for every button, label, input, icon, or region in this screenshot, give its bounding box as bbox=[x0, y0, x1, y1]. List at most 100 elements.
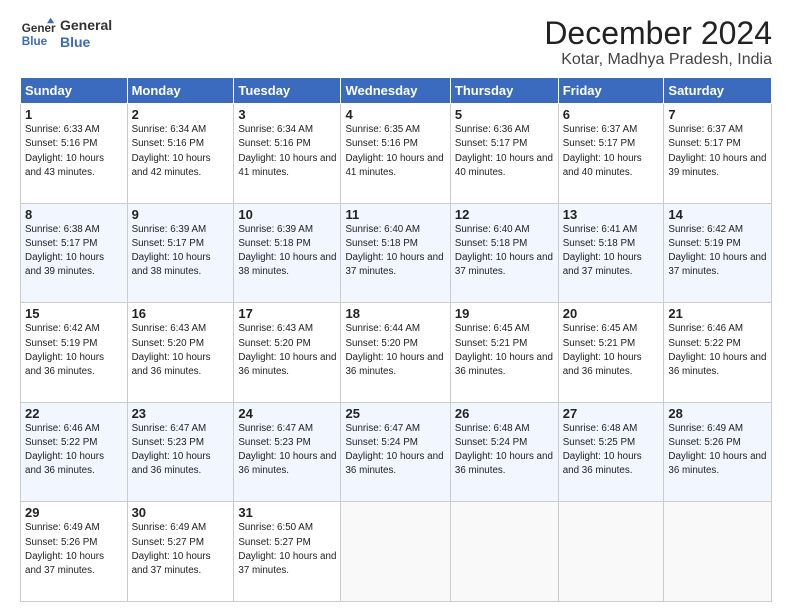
calendar-cell: 21 Sunrise: 6:46 AM Sunset: 5:22 PM Dayl… bbox=[664, 303, 772, 403]
calendar-cell: 27 Sunrise: 6:48 AM Sunset: 5:25 PM Dayl… bbox=[558, 402, 664, 502]
calendar-cell: 9 Sunrise: 6:39 AM Sunset: 5:17 PM Dayli… bbox=[127, 203, 234, 303]
subtitle: Kotar, Madhya Pradesh, India bbox=[544, 51, 772, 69]
svg-text:General: General bbox=[22, 22, 56, 35]
calendar-cell: 29 Sunrise: 6:49 AM Sunset: 5:26 PM Dayl… bbox=[21, 502, 128, 602]
main-title: December 2024 bbox=[544, 16, 772, 51]
col-wednesday: Wednesday bbox=[341, 78, 450, 104]
logo-icon: General Blue bbox=[20, 16, 56, 52]
day-info: Sunrise: 6:40 AM Sunset: 5:18 PM Dayligh… bbox=[455, 223, 554, 280]
col-sunday: Sunday bbox=[21, 78, 128, 104]
day-number: 25 bbox=[345, 406, 445, 421]
calendar-cell: 1 Sunrise: 6:33 AM Sunset: 5:16 PM Dayli… bbox=[21, 104, 128, 204]
day-number: 11 bbox=[345, 207, 445, 222]
day-number: 2 bbox=[132, 107, 230, 122]
calendar-cell: 20 Sunrise: 6:45 AM Sunset: 5:21 PM Dayl… bbox=[558, 303, 664, 403]
day-info: Sunrise: 6:48 AM Sunset: 5:25 PM Dayligh… bbox=[563, 422, 660, 479]
day-info: Sunrise: 6:42 AM Sunset: 5:19 PM Dayligh… bbox=[668, 223, 767, 280]
page: General Blue GeneralBlue December 2024 K… bbox=[0, 0, 792, 612]
day-info: Sunrise: 6:44 AM Sunset: 5:20 PM Dayligh… bbox=[345, 322, 445, 379]
day-number: 18 bbox=[345, 306, 445, 321]
day-number: 16 bbox=[132, 306, 230, 321]
calendar-cell: 18 Sunrise: 6:44 AM Sunset: 5:20 PM Dayl… bbox=[341, 303, 450, 403]
day-info: Sunrise: 6:34 AM Sunset: 5:16 PM Dayligh… bbox=[238, 123, 336, 180]
header: General Blue GeneralBlue December 2024 K… bbox=[20, 16, 772, 69]
day-info: Sunrise: 6:37 AM Sunset: 5:17 PM Dayligh… bbox=[563, 123, 660, 180]
calendar-cell: 22 Sunrise: 6:46 AM Sunset: 5:22 PM Dayl… bbox=[21, 402, 128, 502]
day-number: 14 bbox=[668, 207, 767, 222]
calendar-cell: 6 Sunrise: 6:37 AM Sunset: 5:17 PM Dayli… bbox=[558, 104, 664, 204]
day-info: Sunrise: 6:45 AM Sunset: 5:21 PM Dayligh… bbox=[563, 322, 660, 379]
day-info: Sunrise: 6:41 AM Sunset: 5:18 PM Dayligh… bbox=[563, 223, 660, 280]
day-number: 3 bbox=[238, 107, 336, 122]
calendar-cell: 10 Sunrise: 6:39 AM Sunset: 5:18 PM Dayl… bbox=[234, 203, 341, 303]
calendar-week-row: 15 Sunrise: 6:42 AM Sunset: 5:19 PM Dayl… bbox=[21, 303, 772, 403]
day-number: 10 bbox=[238, 207, 336, 222]
calendar-cell: 19 Sunrise: 6:45 AM Sunset: 5:21 PM Dayl… bbox=[450, 303, 558, 403]
day-info: Sunrise: 6:49 AM Sunset: 5:26 PM Dayligh… bbox=[25, 521, 123, 578]
calendar-cell: 24 Sunrise: 6:47 AM Sunset: 5:23 PM Dayl… bbox=[234, 402, 341, 502]
calendar-cell: 28 Sunrise: 6:49 AM Sunset: 5:26 PM Dayl… bbox=[664, 402, 772, 502]
day-number: 24 bbox=[238, 406, 336, 421]
day-number: 5 bbox=[455, 107, 554, 122]
day-info: Sunrise: 6:36 AM Sunset: 5:17 PM Dayligh… bbox=[455, 123, 554, 180]
day-info: Sunrise: 6:45 AM Sunset: 5:21 PM Dayligh… bbox=[455, 322, 554, 379]
day-info: Sunrise: 6:47 AM Sunset: 5:24 PM Dayligh… bbox=[345, 422, 445, 479]
day-number: 19 bbox=[455, 306, 554, 321]
day-info: Sunrise: 6:47 AM Sunset: 5:23 PM Dayligh… bbox=[132, 422, 230, 479]
calendar-cell: 30 Sunrise: 6:49 AM Sunset: 5:27 PM Dayl… bbox=[127, 502, 234, 602]
day-number: 12 bbox=[455, 207, 554, 222]
day-number: 1 bbox=[25, 107, 123, 122]
day-number: 21 bbox=[668, 306, 767, 321]
calendar-cell: 3 Sunrise: 6:34 AM Sunset: 5:16 PM Dayli… bbox=[234, 104, 341, 204]
day-number: 23 bbox=[132, 406, 230, 421]
col-thursday: Thursday bbox=[450, 78, 558, 104]
calendar-cell bbox=[450, 502, 558, 602]
day-number: 4 bbox=[345, 107, 445, 122]
day-number: 17 bbox=[238, 306, 336, 321]
calendar-week-row: 29 Sunrise: 6:49 AM Sunset: 5:26 PM Dayl… bbox=[21, 502, 772, 602]
calendar-cell: 15 Sunrise: 6:42 AM Sunset: 5:19 PM Dayl… bbox=[21, 303, 128, 403]
col-saturday: Saturday bbox=[664, 78, 772, 104]
calendar-cell: 17 Sunrise: 6:43 AM Sunset: 5:20 PM Dayl… bbox=[234, 303, 341, 403]
calendar-cell: 16 Sunrise: 6:43 AM Sunset: 5:20 PM Dayl… bbox=[127, 303, 234, 403]
day-number: 31 bbox=[238, 505, 336, 520]
logo: General Blue GeneralBlue bbox=[20, 16, 112, 52]
calendar-cell: 7 Sunrise: 6:37 AM Sunset: 5:17 PM Dayli… bbox=[664, 104, 772, 204]
calendar-cell: 5 Sunrise: 6:36 AM Sunset: 5:17 PM Dayli… bbox=[450, 104, 558, 204]
day-info: Sunrise: 6:37 AM Sunset: 5:17 PM Dayligh… bbox=[668, 123, 767, 180]
calendar-cell: 25 Sunrise: 6:47 AM Sunset: 5:24 PM Dayl… bbox=[341, 402, 450, 502]
day-number: 27 bbox=[563, 406, 660, 421]
day-info: Sunrise: 6:46 AM Sunset: 5:22 PM Dayligh… bbox=[668, 322, 767, 379]
logo-text: GeneralBlue bbox=[60, 17, 112, 51]
svg-text:Blue: Blue bbox=[22, 35, 48, 48]
calendar-cell: 26 Sunrise: 6:48 AM Sunset: 5:24 PM Dayl… bbox=[450, 402, 558, 502]
day-info: Sunrise: 6:35 AM Sunset: 5:16 PM Dayligh… bbox=[345, 123, 445, 180]
calendar-cell: 2 Sunrise: 6:34 AM Sunset: 5:16 PM Dayli… bbox=[127, 104, 234, 204]
day-info: Sunrise: 6:50 AM Sunset: 5:27 PM Dayligh… bbox=[238, 521, 336, 578]
day-number: 22 bbox=[25, 406, 123, 421]
calendar-cell: 13 Sunrise: 6:41 AM Sunset: 5:18 PM Dayl… bbox=[558, 203, 664, 303]
day-number: 15 bbox=[25, 306, 123, 321]
day-info: Sunrise: 6:39 AM Sunset: 5:17 PM Dayligh… bbox=[132, 223, 230, 280]
day-number: 29 bbox=[25, 505, 123, 520]
calendar-week-row: 8 Sunrise: 6:38 AM Sunset: 5:17 PM Dayli… bbox=[21, 203, 772, 303]
day-info: Sunrise: 6:34 AM Sunset: 5:16 PM Dayligh… bbox=[132, 123, 230, 180]
day-number: 20 bbox=[563, 306, 660, 321]
col-tuesday: Tuesday bbox=[234, 78, 341, 104]
calendar-cell: 23 Sunrise: 6:47 AM Sunset: 5:23 PM Dayl… bbox=[127, 402, 234, 502]
day-info: Sunrise: 6:49 AM Sunset: 5:26 PM Dayligh… bbox=[668, 422, 767, 479]
day-info: Sunrise: 6:43 AM Sunset: 5:20 PM Dayligh… bbox=[238, 322, 336, 379]
calendar-cell: 11 Sunrise: 6:40 AM Sunset: 5:18 PM Dayl… bbox=[341, 203, 450, 303]
col-monday: Monday bbox=[127, 78, 234, 104]
title-block: December 2024 Kotar, Madhya Pradesh, Ind… bbox=[544, 16, 772, 69]
day-number: 8 bbox=[25, 207, 123, 222]
calendar-header-row: Sunday Monday Tuesday Wednesday Thursday… bbox=[21, 78, 772, 104]
calendar: Sunday Monday Tuesday Wednesday Thursday… bbox=[20, 77, 772, 602]
calendar-cell: 8 Sunrise: 6:38 AM Sunset: 5:17 PM Dayli… bbox=[21, 203, 128, 303]
calendar-cell: 4 Sunrise: 6:35 AM Sunset: 5:16 PM Dayli… bbox=[341, 104, 450, 204]
day-number: 6 bbox=[563, 107, 660, 122]
calendar-week-row: 22 Sunrise: 6:46 AM Sunset: 5:22 PM Dayl… bbox=[21, 402, 772, 502]
day-number: 26 bbox=[455, 406, 554, 421]
calendar-cell bbox=[558, 502, 664, 602]
calendar-cell bbox=[664, 502, 772, 602]
